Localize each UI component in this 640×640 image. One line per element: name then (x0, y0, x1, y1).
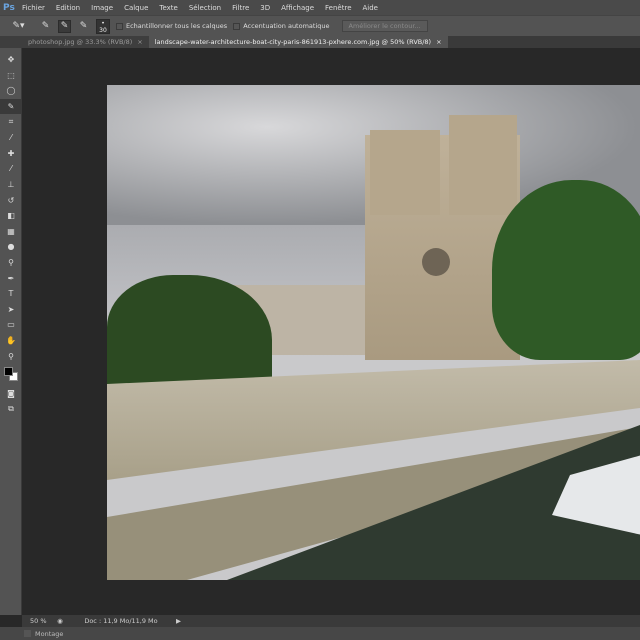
tower-right (449, 115, 517, 215)
rose-window (422, 248, 450, 276)
status-menu-arrow-icon[interactable]: ▶ (176, 617, 181, 625)
auto-enhance-label: Accentuation automatique (243, 22, 330, 30)
montage-tab[interactable]: Montage (35, 630, 63, 638)
brush-tool-icon[interactable]: ⁄ (0, 161, 22, 177)
menu-edition[interactable]: Edition (56, 4, 80, 12)
tower-left (370, 130, 440, 215)
menu-fichier[interactable]: Fichier (22, 4, 45, 12)
quick-mask-icon[interactable]: ◙ (0, 386, 22, 402)
subtract-selection-icon[interactable]: ✎ (77, 20, 90, 33)
lasso-tool-icon[interactable]: ◯ (0, 83, 22, 99)
tools-panel: ✥ ⬚ ◯ ✎ ⌗ ⁄ ✚ ⁄ ⊥ ↺ ◧ ▦ ● ⚲ ✒ T ➤ ▭ ✋ ⚲ … (0, 48, 22, 615)
menu-selection[interactable]: Sélection (189, 4, 221, 12)
toolbar-header[interactable] (0, 36, 22, 48)
tab-label: photoshop.jpg @ 33.3% (RVB/8) (28, 38, 133, 46)
tab-landscape-jpg[interactable]: landscape-water-architecture-boat-city-p… (148, 36, 448, 48)
marquee-tool-icon[interactable]: ⬚ (0, 68, 22, 84)
status-info-icon[interactable]: ◉ (54, 617, 66, 625)
quick-selection-tool-icon[interactable]: ✎ (0, 98, 22, 115)
history-brush-tool-icon[interactable]: ↺ (0, 192, 22, 208)
zoom-tool-icon[interactable]: ⚲ (0, 348, 22, 364)
menu-calque[interactable]: Calque (124, 4, 148, 12)
blur-tool-icon[interactable]: ● (0, 239, 22, 255)
brush-size-value: 30 (99, 26, 107, 34)
healing-brush-tool-icon[interactable]: ✚ (0, 146, 22, 162)
photoshop-logo: Ps (3, 2, 15, 13)
panel-icon (24, 630, 31, 637)
sample-all-layers-checkbox[interactable]: Echantillonner tous les calques (116, 22, 227, 30)
auto-enhance-checkbox[interactable]: Accentuation automatique (233, 22, 330, 30)
options-bar: ✎▾ ✎ ✎ ✎ • 30 Echantillonner tous les cal… (0, 15, 640, 36)
menu-filtre[interactable]: Filtre (232, 4, 249, 12)
menu-affichage[interactable]: Affichage (281, 4, 314, 12)
pen-tool-icon[interactable]: ✒ (0, 270, 22, 286)
hand-tool-icon[interactable]: ✋ (0, 333, 22, 349)
eraser-tool-icon[interactable]: ◧ (0, 208, 22, 224)
menu-aide[interactable]: Aide (363, 4, 378, 12)
close-tab-icon[interactable]: × (137, 38, 142, 46)
rectangle-tool-icon[interactable]: ▭ (0, 317, 22, 333)
document-tabs: photoshop.jpg @ 33.3% (RVB/8) × landscape… (22, 36, 640, 48)
zoom-level[interactable]: 50 % (22, 617, 54, 625)
add-to-selection-icon[interactable]: ✎ (58, 19, 71, 33)
menu-bar: Ps Fichier Edition Image Calque Texte Sé… (0, 0, 640, 15)
brush-size-picker[interactable]: • 30 (96, 18, 110, 34)
menu-image[interactable]: Image (91, 4, 113, 12)
status-bar: 50 % ◉ Doc : 11,9 Mo/11,9 Mo ▶ (22, 615, 640, 627)
document-canvas[interactable] (107, 85, 640, 580)
gradient-tool-icon[interactable]: ▦ (0, 224, 22, 240)
menu-fenetre[interactable]: Fenêtre (325, 4, 351, 12)
eyedropper-tool-icon[interactable]: ⁄ (0, 130, 22, 146)
document-size: Doc : 11,9 Mo/11,9 Mo (84, 617, 158, 625)
close-tab-icon[interactable]: × (436, 38, 441, 46)
path-selection-tool-icon[interactable]: ➤ (0, 302, 22, 318)
crop-tool-icon[interactable]: ⌗ (0, 114, 22, 130)
move-tool-icon[interactable]: ✥ (0, 52, 22, 68)
checkbox[interactable] (116, 22, 123, 30)
checkbox[interactable] (233, 22, 241, 30)
bottom-panel: Montage (0, 627, 640, 640)
refine-edge-button[interactable]: Améliorer le contour... (341, 20, 428, 32)
tab-label: landscape-water-architecture-boat-city-p… (154, 38, 432, 46)
screen-mode-icon[interactable]: ⧉ (0, 401, 22, 417)
tree-right (492, 180, 640, 360)
tab-photoshop-jpg[interactable]: photoshop.jpg @ 33.3% (RVB/8) × (22, 36, 149, 48)
new-selection-icon[interactable]: ✎ (39, 20, 52, 33)
type-tool-icon[interactable]: T (0, 286, 22, 302)
dodge-tool-icon[interactable]: ⚲ (0, 255, 22, 271)
menu-texte[interactable]: Texte (159, 4, 177, 12)
tool-preset-picker-icon[interactable]: ✎▾ (12, 20, 25, 33)
menu-3d[interactable]: 3D (260, 4, 270, 12)
clone-stamp-tool-icon[interactable]: ⊥ (0, 177, 22, 193)
foreground-color[interactable] (4, 366, 13, 376)
sample-all-layers-label: Echantillonner tous les calques (126, 22, 228, 30)
color-swatches[interactable] (0, 364, 21, 386)
